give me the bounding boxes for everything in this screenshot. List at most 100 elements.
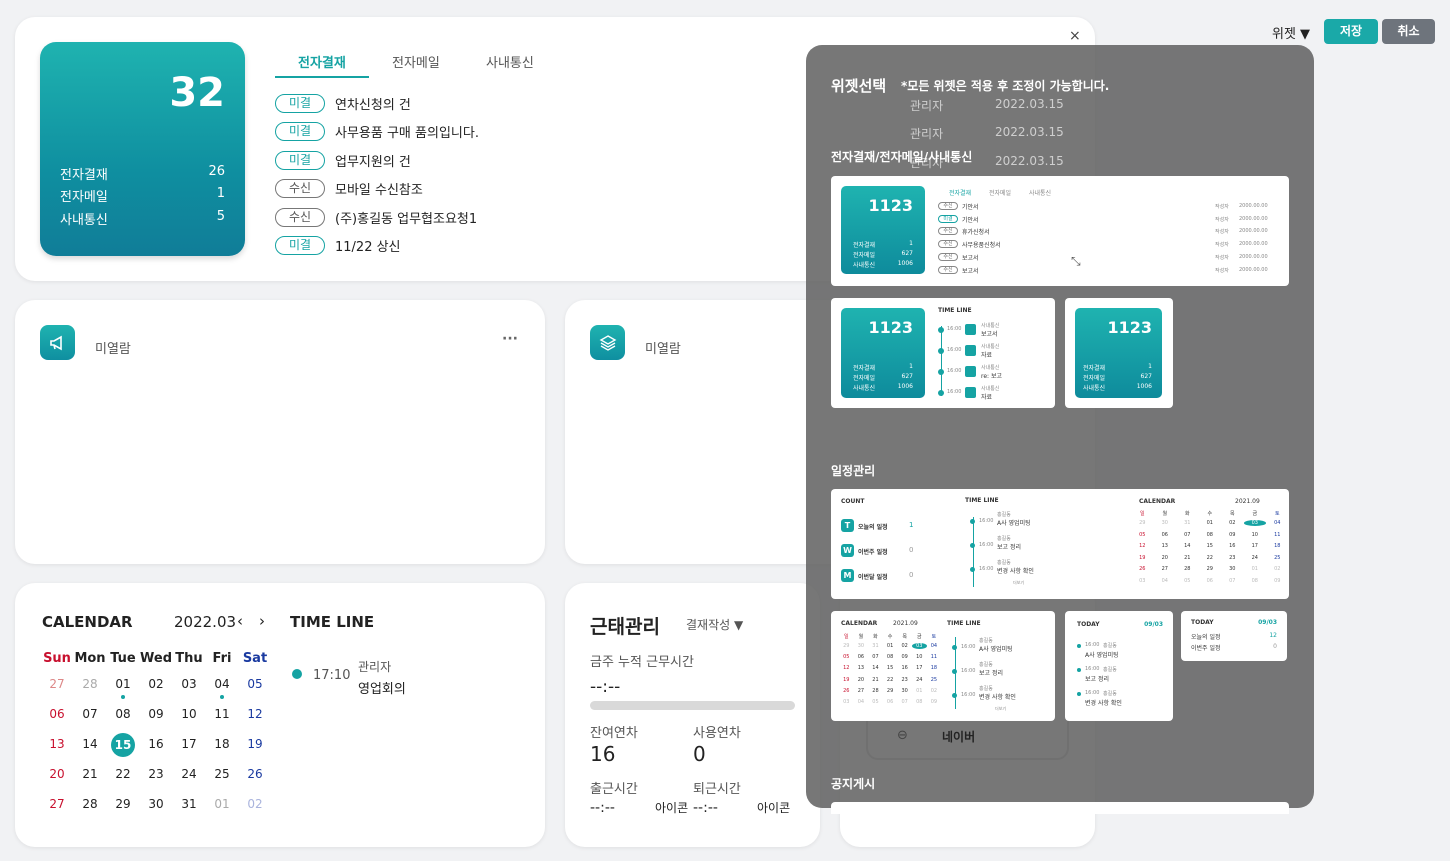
link-icon: ⊖: [897, 728, 908, 743]
schedule-time: 16:00: [1085, 666, 1100, 672]
attendance-title: 근태관리: [590, 616, 660, 638]
list-item[interactable]: 수신 모바일 수신참조: [275, 179, 423, 198]
widget-option-approval-small[interactable]: 1123 전자결재 1 전자메일 627 사내통신 1006: [1065, 298, 1173, 408]
calendar-day[interactable]: 09: [141, 703, 171, 725]
timeline-dot: [938, 390, 944, 396]
more-icon[interactable]: ···: [502, 331, 518, 347]
schedule-title: 보고 정리: [1085, 676, 1109, 683]
schedule-owner: 홍길동: [997, 512, 1011, 518]
calendar-day[interactable]: 17: [174, 733, 204, 755]
approval-write-dropdown[interactable]: 결재작성 ▼: [686, 616, 743, 633]
widget-option-notice[interactable]: [831, 802, 1289, 814]
calendar-day[interactable]: 01: [108, 673, 138, 695]
weekday-label: Sat: [242, 651, 268, 666]
calendar-day[interactable]: 27: [42, 793, 72, 815]
calendar-day[interactable]: 22: [108, 763, 138, 785]
section-notice-title: 공지게시: [831, 777, 876, 791]
list-item[interactable]: 미결 11/22 상신: [275, 236, 401, 255]
chevron-left-icon[interactable]: ‹: [237, 612, 243, 630]
widget-dropdown[interactable]: 위젯 ▼: [1272, 23, 1310, 42]
schedule-title: 변경 사항 확인: [997, 568, 1034, 575]
calendar-day[interactable]: 01: [207, 793, 237, 815]
calendar-day[interactable]: 28: [75, 793, 105, 815]
check-in-button[interactable]: 아이콘: [655, 799, 688, 816]
list-item[interactable]: 수신 (주)홍길동 업무협조요청1: [275, 208, 477, 227]
calendar-day[interactable]: 06: [42, 703, 72, 725]
calendar-day[interactable]: 23: [141, 763, 171, 785]
calendar-day[interactable]: 28: [75, 673, 105, 695]
more-link[interactable]: 더보기: [995, 706, 1006, 712]
calendar-day[interactable]: 24: [174, 763, 204, 785]
calendar-day[interactable]: 27: [42, 673, 72, 695]
status-badge: 미결: [275, 94, 325, 113]
remaining-leave-label: 잔여연차: [590, 726, 638, 741]
widget-option-schedule-medium[interactable]: CALENDAR 2021.09 일 월 화 수 목 금 토 29 30 31 01 02 03 04 05…: [831, 611, 1055, 721]
calendar-day[interactable]: 25: [207, 763, 237, 785]
calendar-day[interactable]: 02: [240, 793, 270, 815]
calendar-day[interactable]: 30: [141, 793, 171, 815]
remaining-leave-value: 16: [590, 742, 616, 766]
check-out-button[interactable]: 아이콘: [757, 799, 790, 816]
calendar-day[interactable]: 16: [141, 733, 171, 755]
calendar-day[interactable]: 07: [75, 703, 105, 725]
calendar-day[interactable]: 02: [141, 673, 171, 695]
document-icon: [965, 345, 976, 356]
calendar-day[interactable]: 18: [207, 733, 237, 755]
list-item[interactable]: 미결 연차신청의 건: [275, 94, 411, 113]
calendar-day[interactable]: 12: [240, 703, 270, 725]
calendar-day[interactable]: 13: [42, 733, 72, 755]
timeline-dot: [938, 348, 944, 354]
tab-email[interactable]: 전자메일: [392, 52, 440, 71]
more-link[interactable]: 더보기: [1013, 580, 1024, 586]
calendar-day[interactable]: 05: [240, 673, 270, 695]
timeline-category: 사내통신: [981, 365, 1000, 371]
timeline-what[interactable]: 영업회의: [358, 678, 406, 697]
row-author: 작성자: [1215, 229, 1229, 236]
calendar-day[interactable]: 15: [111, 733, 135, 757]
widget-option-schedule-large[interactable]: COUNT T 오늘의 일정 1 W 이번주 일정 0 M 이번달 일정 0 TIME LINE…: [831, 489, 1289, 599]
calendar-day[interactable]: 20: [42, 763, 72, 785]
save-button[interactable]: 저장: [1324, 19, 1378, 44]
calendar-day[interactable]: 26: [240, 763, 270, 785]
panel-note: *모든 위젯은 적용 후 조정이 가능합니다.: [901, 79, 1110, 93]
schedule-time: 16:00: [961, 692, 976, 698]
calendar-day[interactable]: 14: [75, 733, 105, 755]
row-author: 작성자: [1215, 216, 1229, 223]
status-badge: 수신: [938, 265, 958, 274]
calendar-day[interactable]: 31: [174, 793, 204, 815]
link-label[interactable]: 네이버: [942, 728, 975, 745]
timeline-title: TIME LINE: [290, 613, 375, 631]
timeline-text: re: 보고: [981, 373, 1002, 380]
schedule-title: A사 영업미팅: [979, 646, 1013, 653]
count-key-icon: T: [841, 519, 854, 532]
calendar-day[interactable]: 19: [240, 733, 270, 755]
timeline-category: 사내통신: [981, 323, 1000, 329]
widget-option-approval-timeline[interactable]: 1123 전자결재 1 전자메일 627 사내통신 1006 TIME LINE 16…: [831, 298, 1055, 408]
document-icon: [965, 366, 976, 377]
row-title: 기안서: [962, 204, 979, 211]
list-item[interactable]: 미결 사무용품 구매 품의입니다.: [275, 122, 479, 141]
calendar-day[interactable]: 04: [207, 673, 237, 695]
timeline-dot: [938, 369, 944, 375]
check-in-value: --:--: [590, 800, 615, 816]
calendar-day[interactable]: 21: [75, 763, 105, 785]
row-date: 2000.00.00: [1239, 215, 1268, 222]
widget-option-today-list[interactable]: TODAY 09/03 16:00 홍길동 A사 영업미팅 16:00 홍길동 보고 정리…: [1065, 611, 1173, 721]
tab-approval[interactable]: 전자결재: [298, 52, 346, 71]
tab-internal[interactable]: 사내통신: [486, 52, 534, 71]
timeline-time: 16:00: [947, 389, 962, 395]
widget-option-approval-large[interactable]: 1123 전자결재 1 전자메일 627 사내통신 1006 전자결재 전자메일 사내…: [831, 176, 1289, 286]
close-icon[interactable]: ×: [1069, 28, 1081, 44]
timeline-text: 보고서: [981, 331, 998, 338]
calendar-day[interactable]: 11: [207, 703, 237, 725]
list-item[interactable]: 미결 업무지원의 건: [275, 151, 411, 170]
timeline-time: 16:00: [947, 368, 962, 374]
calendar-month: 2022.03: [174, 613, 237, 631]
calendar-day[interactable]: 08: [108, 703, 138, 725]
calendar-day[interactable]: 03: [174, 673, 204, 695]
calendar-day[interactable]: 29: [108, 793, 138, 815]
chevron-right-icon[interactable]: ›: [259, 612, 265, 630]
cancel-button[interactable]: 취소: [1382, 19, 1435, 44]
calendar-day[interactable]: 10: [174, 703, 204, 725]
widget-option-today-count[interactable]: TODAY 09/03 오늘의 일정 12 이번주 일정 0: [1181, 611, 1287, 661]
